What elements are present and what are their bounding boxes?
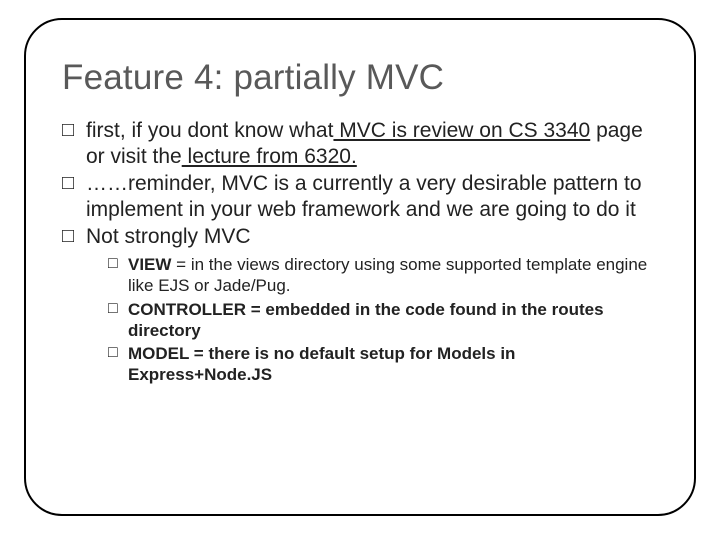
sub-bullet-list: VIEW = in the views directory using some…: [86, 254, 658, 386]
sub-view-label: VIEW: [128, 255, 171, 274]
sub-view-text: = in the views directory using some supp…: [128, 255, 647, 295]
bullet-list: first, if you dont know what MVC is revi…: [62, 118, 658, 386]
slide-title: Feature 4: partially MVC: [62, 58, 658, 98]
sub-bullet-controller: CONTROLLER = embedded in the code found …: [108, 299, 658, 342]
slide: Feature 4: partially MVC first, if you d…: [0, 0, 720, 540]
link-mvc-review[interactable]: MVC is review on CS 3340: [333, 119, 590, 142]
bullet-1-text-a: first, if you dont know what: [86, 119, 333, 142]
slide-frame: Feature 4: partially MVC first, if you d…: [24, 18, 696, 516]
bullet-3-text: Not strongly MVC: [86, 225, 251, 248]
sub-bullet-view: VIEW = in the views directory using some…: [108, 254, 658, 297]
sub-bullet-model: MODEL = there is no default setup for Mo…: [108, 343, 658, 386]
bullet-3: Not strongly MVC VIEW = in the views dir…: [62, 224, 658, 385]
bullet-2: ……reminder, MVC is a currently a very de…: [62, 171, 658, 222]
link-lecture-6320[interactable]: lecture from 6320.: [182, 145, 357, 168]
bullet-1: first, if you dont know what MVC is revi…: [62, 118, 658, 169]
